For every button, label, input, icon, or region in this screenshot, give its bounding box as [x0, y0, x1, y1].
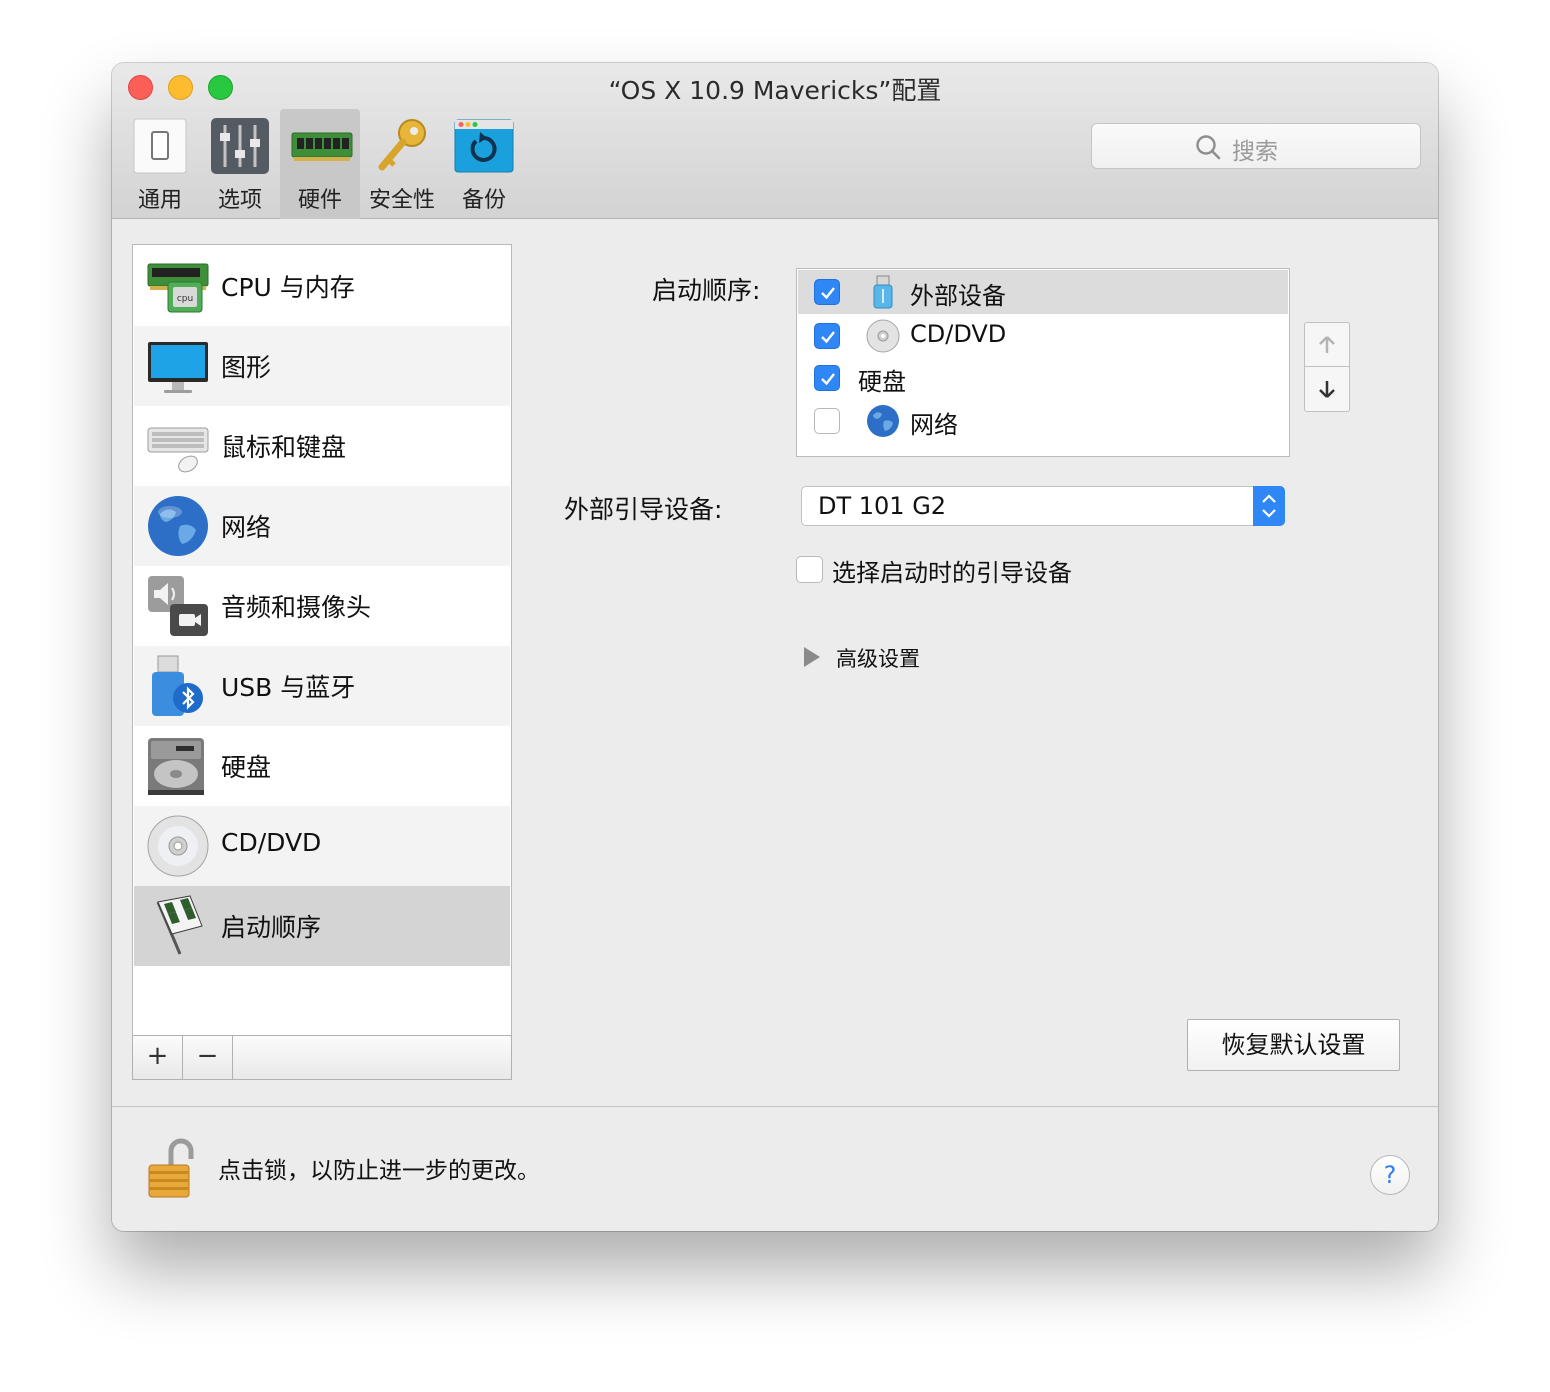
sidebar-footer: + −: [132, 1035, 512, 1080]
boot-row-network[interactable]: 网络: [798, 399, 1288, 443]
boot-checkbox-cd-dvd[interactable]: [814, 323, 840, 349]
sidebar-item-label: CD/DVD: [221, 828, 322, 857]
memory-chip-icon: [290, 117, 353, 175]
sidebar-item-label: 图形: [221, 353, 272, 382]
cd-dvd-icon: [146, 814, 210, 878]
globe-icon: [866, 404, 900, 438]
keyboard-mouse-icon: [146, 414, 210, 478]
boot-row-label: 外部设备: [910, 282, 1006, 310]
window-title: “OS X 10.9 Mavericks”配置: [608, 76, 942, 105]
tab-backup[interactable]: 备份: [444, 109, 524, 219]
sidebar-item-boot-order[interactable]: 启动顺序: [134, 886, 510, 966]
usb-bluetooth-icon: [146, 654, 210, 718]
sidebar-item-cpu-memory[interactable]: cpu CPU 与内存: [134, 246, 510, 326]
sidebar-item-label: CPU 与内存: [221, 273, 355, 302]
sidebar-item-usb-bluetooth[interactable]: USB 与蓝牙: [134, 646, 510, 726]
boot-row-hard-disk[interactable]: 硬盘: [798, 356, 1288, 400]
cpu-memory-icon: cpu: [146, 254, 210, 318]
search-field[interactable]: 搜索: [1091, 123, 1421, 169]
sidebar-item-graphics[interactable]: 图形: [134, 326, 510, 406]
move-down-button[interactable]: [1305, 367, 1349, 411]
search-icon: [1196, 135, 1221, 160]
help-button[interactable]: ?: [1370, 1155, 1410, 1195]
monitor-icon: [146, 334, 210, 398]
tab-options[interactable]: 选项: [200, 109, 280, 219]
globe-icon: [146, 494, 210, 558]
tab-general[interactable]: 通用: [120, 109, 200, 219]
bottom-bar: 点击锁，以防止进一步的更改。 ?: [112, 1106, 1438, 1231]
svg-text:cpu: cpu: [177, 294, 193, 304]
sidebar-item-network[interactable]: 网络: [134, 486, 510, 566]
search-placeholder: 搜索: [1232, 139, 1278, 165]
hard-disk-icon: [146, 734, 210, 798]
sidebar-item-label: 启动顺序: [221, 913, 322, 942]
sidebar-item-hard-disk[interactable]: 硬盘: [134, 726, 510, 806]
boot-order-list: 外部设备 CD/DVD 硬盘 网络: [796, 268, 1290, 457]
checkered-flag-icon: [146, 894, 210, 958]
tab-label: 通用: [137, 188, 182, 213]
sidebar-item-label: 音频和摄像头: [221, 593, 372, 622]
hardware-sidebar: cpu CPU 与内存 图形 鼠标和键盘 网络 音频和摄像头 USB 与蓝牙 硬…: [132, 244, 512, 1080]
sidebar-item-label: 网络: [221, 513, 272, 542]
add-device-button[interactable]: +: [133, 1036, 183, 1079]
chevron-updown-icon: [1253, 486, 1285, 526]
arrow-up-icon: [1319, 336, 1335, 353]
unlocked-lock-icon[interactable]: [145, 1137, 199, 1205]
switch-icon: [130, 117, 190, 175]
titlebar-toolbar: “OS X 10.9 Mavericks”配置 通用 选项 硬件 安全性 备份 …: [112, 63, 1438, 219]
sidebar-item-label: 硬盘: [221, 753, 272, 782]
external-boot-device-value: DT 101 G2: [818, 492, 947, 520]
sidebar-item-label: USB 与蓝牙: [221, 673, 356, 702]
settings-window: “OS X 10.9 Mavericks”配置 通用 选项 硬件 安全性 备份 …: [112, 63, 1438, 1231]
disclosure-triangle-icon[interactable]: [802, 646, 822, 672]
boot-order-stepper: [1304, 322, 1350, 412]
tab-security[interactable]: 安全性: [362, 109, 442, 219]
tab-label: 备份: [461, 188, 506, 213]
tab-label: 安全性: [368, 188, 435, 213]
tab-hardware[interactable]: 硬件: [280, 109, 360, 219]
sidebar-item-audio-camera[interactable]: 音频和摄像头: [134, 566, 510, 646]
move-up-button[interactable]: [1305, 323, 1349, 367]
speaker-camera-icon: [146, 574, 210, 638]
external-boot-device-select[interactable]: DT 101 G2: [801, 486, 1285, 526]
boot-order-label: 启动顺序:: [652, 276, 761, 305]
backup-icon: [454, 117, 514, 175]
choose-at-start-checkbox[interactable]: [796, 556, 823, 583]
sidebar-item-cd-dvd[interactable]: CD/DVD: [134, 806, 510, 886]
sidebar-item-label: 鼠标和键盘: [221, 433, 347, 462]
lock-status-text: 点击锁，以防止进一步的更改。: [218, 1158, 540, 1184]
boot-checkbox-network[interactable]: [814, 408, 840, 434]
choose-at-start-label[interactable]: 选择启动时的引导设备: [832, 553, 1072, 588]
restore-defaults-button[interactable]: 恢复默认设置: [1187, 1019, 1400, 1071]
boot-row-label: CD/DVD: [910, 320, 1007, 348]
usb-drive-icon: [866, 275, 900, 309]
arrow-down-icon: [1319, 381, 1335, 398]
boot-row-external[interactable]: 外部设备: [798, 270, 1288, 314]
sliders-icon: [210, 117, 270, 175]
tab-label: 硬件: [297, 188, 342, 213]
boot-checkbox-external[interactable]: [814, 279, 840, 305]
boot-checkbox-hard-disk[interactable]: [814, 365, 840, 391]
key-icon: [372, 117, 432, 175]
sidebar-item-mouse-keyboard[interactable]: 鼠标和键盘: [134, 406, 510, 486]
tab-label: 选项: [217, 188, 262, 213]
boot-row-label: 网络: [910, 411, 958, 439]
external-boot-label: 外部引导设备:: [564, 495, 723, 524]
remove-device-button[interactable]: −: [183, 1036, 233, 1079]
boot-row-label: 硬盘: [858, 368, 906, 396]
cd-icon: [866, 319, 900, 353]
advanced-settings-label[interactable]: 高级设置: [836, 643, 920, 673]
boot-row-cd-dvd[interactable]: CD/DVD: [798, 314, 1288, 358]
